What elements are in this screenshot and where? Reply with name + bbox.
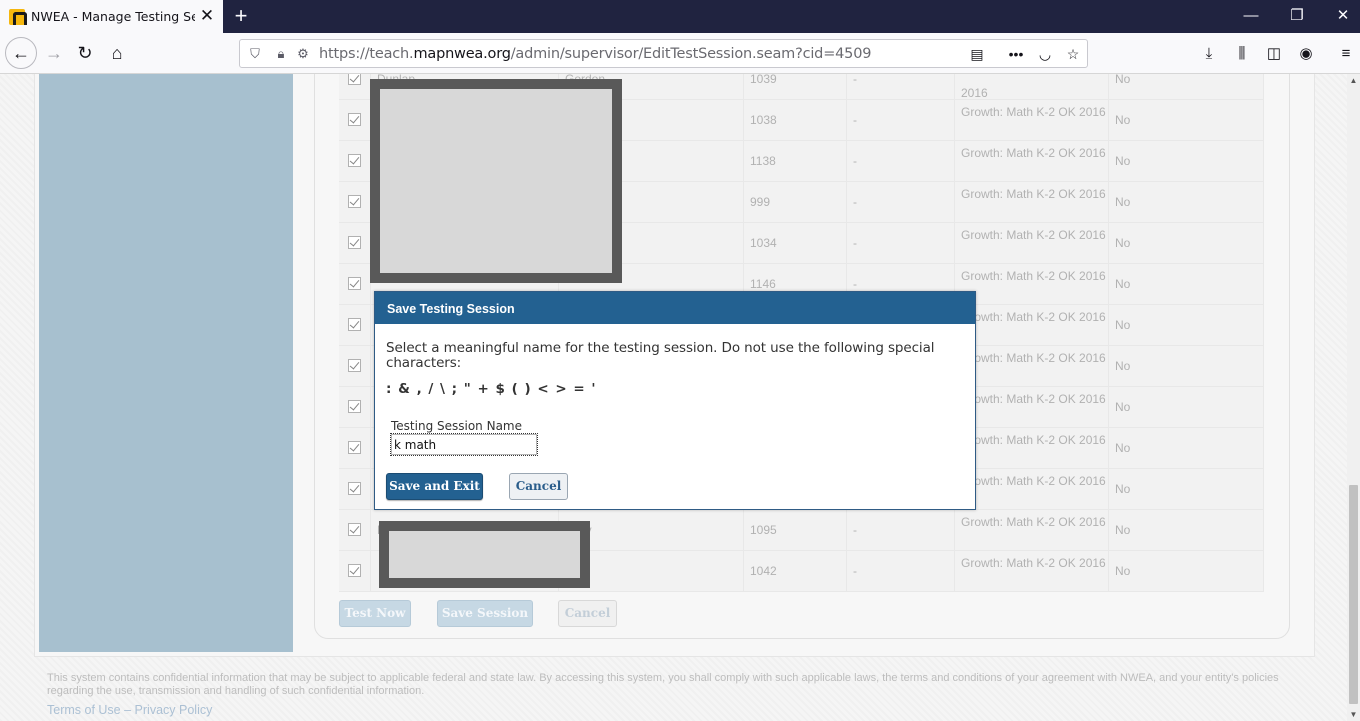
session-name-label: Testing Session Name (391, 419, 523, 433)
dialog-title: Save Testing Session (387, 302, 515, 316)
close-tab-icon[interactable]: ✕ (197, 6, 217, 26)
url-bar[interactable]: ⛉ 🔒︎ ⚙ https://teach.mapnwea.org/admin/s… (239, 39, 1088, 68)
tab-title: NWEA - Manage Testing Session (31, 9, 195, 24)
window-close-icon[interactable]: ✕ (1320, 0, 1360, 33)
scroll-down-icon[interactable]: ▼ (1347, 708, 1360, 721)
home-icon[interactable]: ⌂ (102, 38, 132, 68)
account-icon[interactable]: ◉ (1295, 43, 1317, 65)
reader-view-icon[interactable]: ▤ (967, 45, 987, 63)
nwea-favicon-icon (9, 9, 27, 25)
bookmark-star-icon[interactable]: ☆ (1063, 45, 1083, 63)
scroll-up-icon[interactable]: ▲ (1347, 74, 1360, 87)
url-text[interactable]: https://teach.mapnwea.org/admin/supervis… (319, 46, 871, 62)
downloads-icon[interactable]: ⤓ (1198, 43, 1220, 65)
tracking-shield-icon[interactable]: ⛉ (246, 45, 264, 63)
browser-nav-bar: ← → ↻ ⌂ ⛉ 🔒︎ ⚙ https://teach.mapnwea.org… (0, 33, 1360, 74)
more-actions-icon[interactable]: ••• (1006, 45, 1026, 63)
menu-icon[interactable]: ≡ (1335, 43, 1357, 65)
permissions-icon[interactable]: ⚙ (294, 45, 312, 63)
save-and-exit-button[interactable]: Save and Exit (386, 473, 483, 500)
restore-icon[interactable]: ❐ (1274, 0, 1320, 33)
pocket-icon[interactable]: ◡ (1035, 45, 1055, 63)
library-icon[interactable]: ⫼ (1231, 43, 1253, 65)
forward-icon[interactable]: → (39, 38, 69, 68)
dialog-header: Save Testing Session (375, 292, 975, 324)
reload-icon[interactable]: ↻ (70, 38, 100, 68)
minimize-icon[interactable]: — (1228, 0, 1274, 33)
back-icon[interactable]: ← (5, 37, 37, 69)
page-scrollbar[interactable]: ▲ ▼ (1347, 74, 1360, 721)
scroll-thumb[interactable] (1349, 485, 1358, 704)
special-characters: : & , / \ ; " + $ ( ) < > = ' (386, 381, 597, 397)
new-tab-icon[interactable]: + (229, 5, 253, 29)
lock-icon[interactable]: 🔒︎ (272, 45, 290, 63)
dialog-instructions: Select a meaningful name for the testing… (386, 340, 935, 371)
page-viewport: DunlapGordon1039-2016No1038-Growth: Math… (0, 74, 1360, 721)
browser-tab[interactable]: NWEA - Manage Testing Session ✕ (0, 0, 223, 33)
session-name-input[interactable] (390, 433, 538, 456)
save-testing-session-dialog: Save Testing Session Select a meaningful… (374, 291, 976, 510)
sidebar-icon[interactable]: ◫ (1263, 43, 1285, 65)
browser-tab-bar: NWEA - Manage Testing Session ✕ + — ❐ ✕ (0, 0, 1360, 33)
dialog-cancel-button[interactable]: Cancel (509, 473, 568, 500)
